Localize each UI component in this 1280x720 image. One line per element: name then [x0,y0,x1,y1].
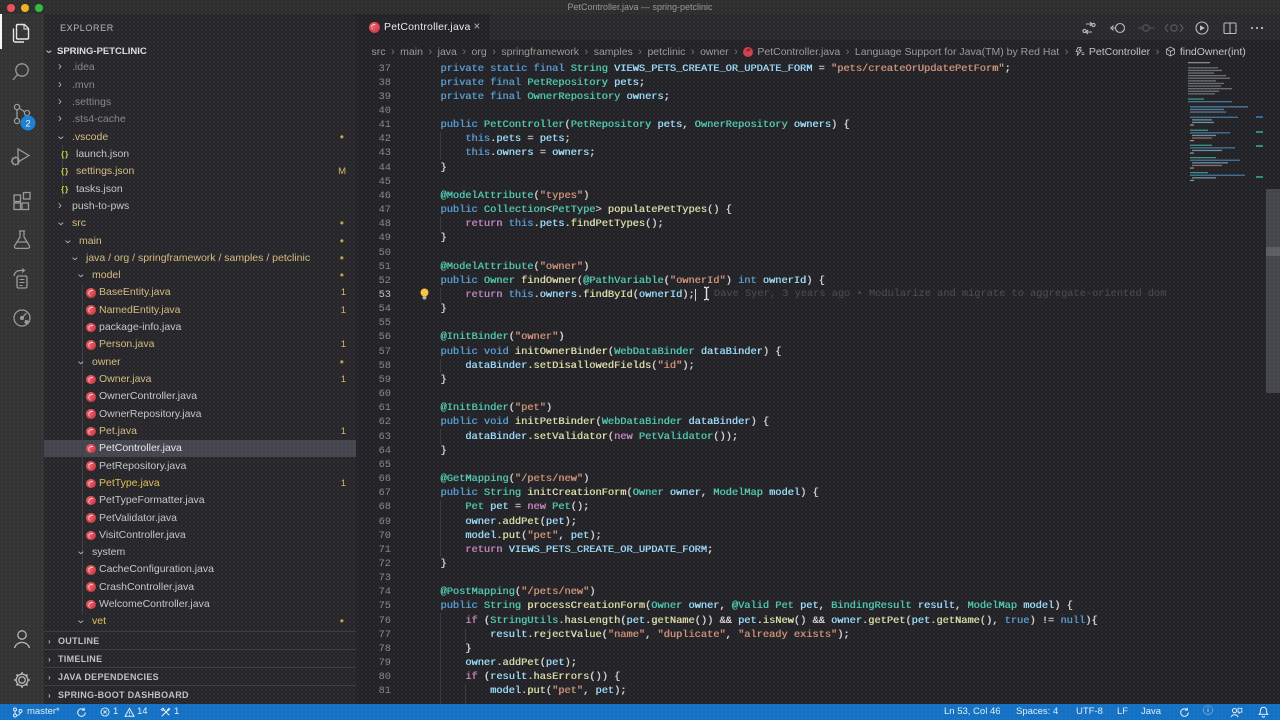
svg-text:2: 2 [25,119,30,130]
